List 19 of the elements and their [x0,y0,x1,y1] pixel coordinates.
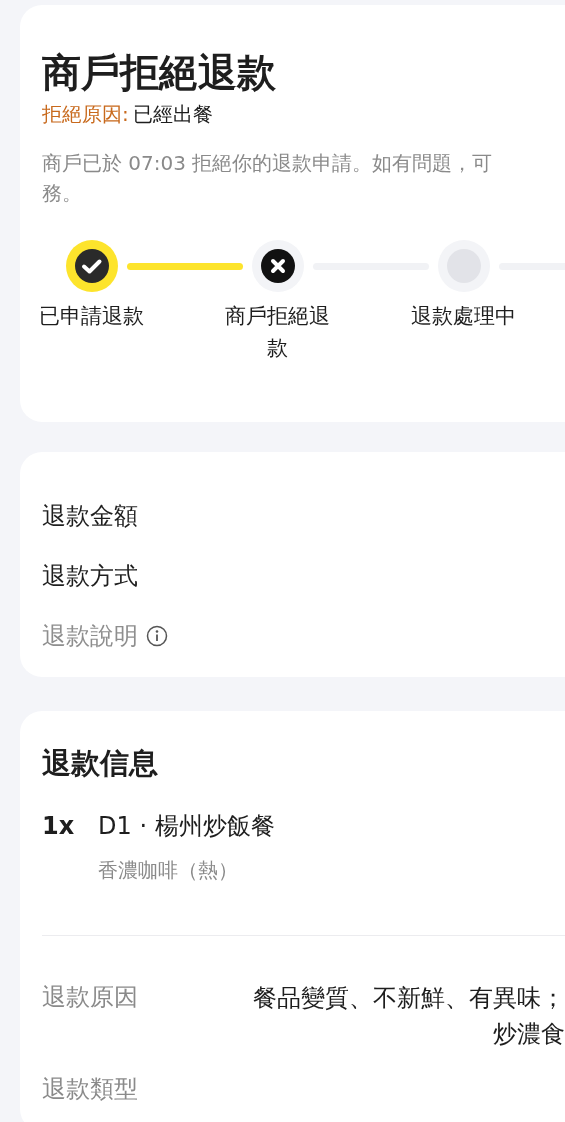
step-label: 商戶拒絕退款 [223,303,331,362]
row-value: 炒濃食 [493,1019,565,1050]
status-description: 務。 [42,180,82,207]
row-value: 餐品變質、不新鮮、有異味； [253,983,565,1014]
row-label: 退款方式 [42,561,138,592]
row-label: 退款金額 [42,501,138,532]
step-label: 退款處理中 [409,303,517,330]
status-description: 商戶已於 07:03 拒絕你的退款申請。如有問題，可 [42,150,493,177]
reason-value: 已經出餐 [132,102,213,126]
status-title: 商戶拒絕退款 [42,49,277,97]
item-option: 香濃咖啡（熱） [98,855,275,885]
item-name: D1 · 楊州炒飯餐 [98,811,275,842]
row-label: 退款類型 [42,1074,138,1105]
row-label: 退款原因 [42,982,138,1013]
step-label: 已申請退款 [37,303,145,330]
section-title: 退款信息 [42,745,159,782]
reason-label: 拒絕原因: [42,102,129,126]
row-label: 退款說明 [42,621,138,652]
item-quantity: 1x [42,811,76,842]
